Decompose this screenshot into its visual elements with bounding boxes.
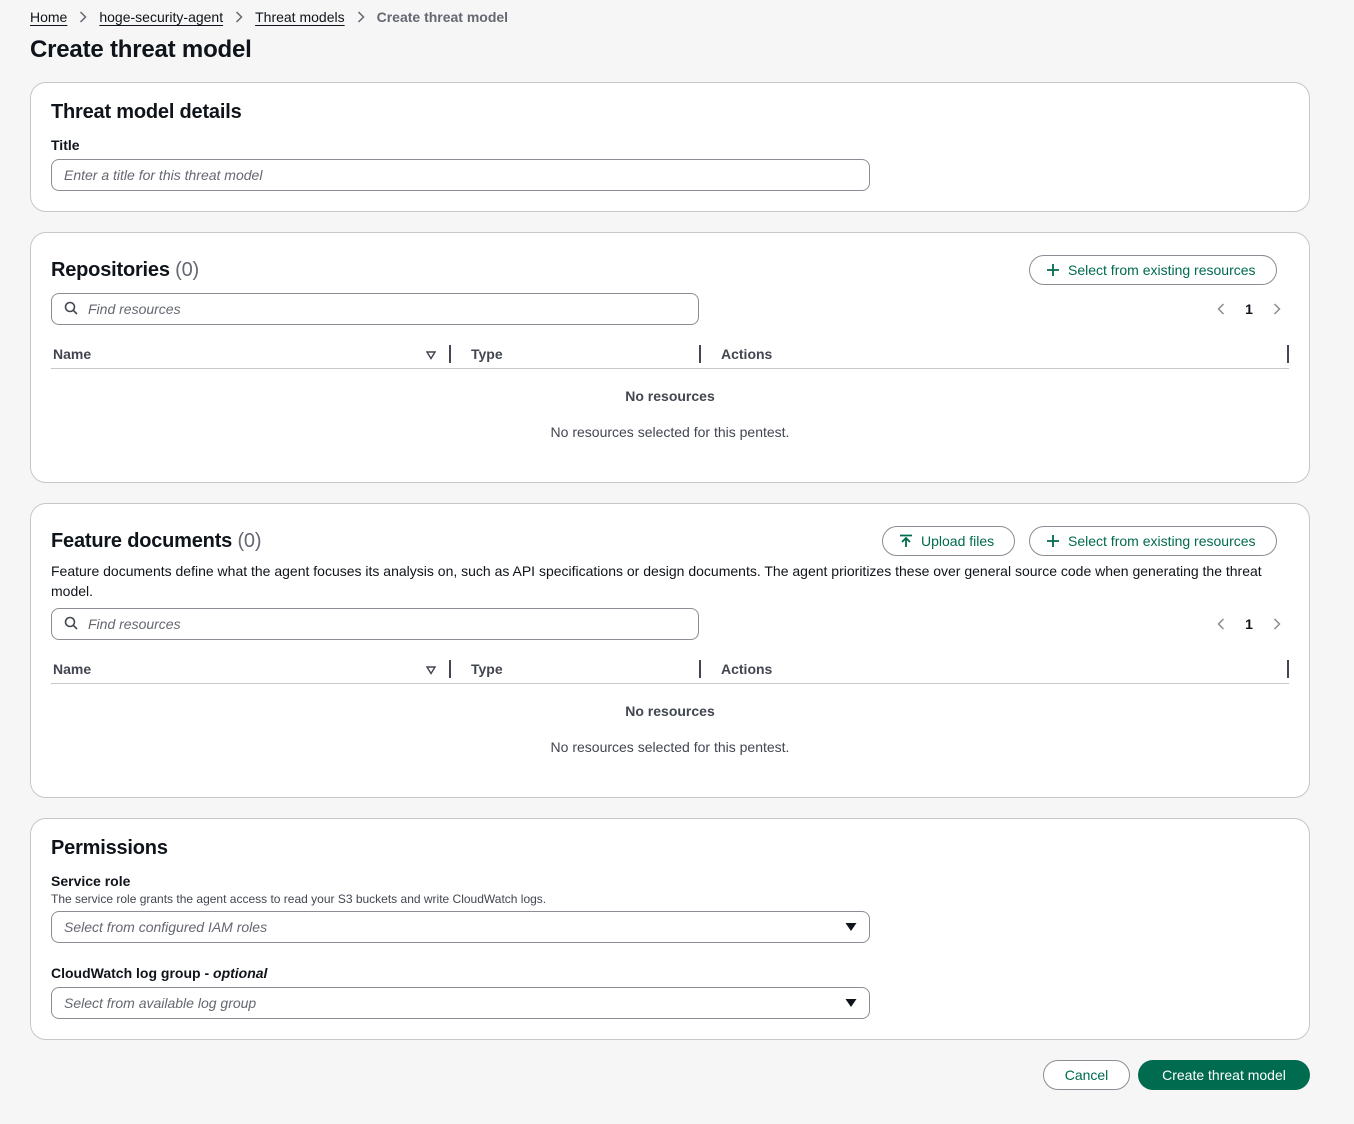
feature-documents-panel: Feature documents (0) Upload files Selec…: [30, 503, 1310, 798]
repositories-table-header: Name Type Actions: [51, 339, 1289, 369]
chevron-left-icon[interactable]: [1209, 618, 1233, 630]
feature-documents-select-existing-button[interactable]: Select from existing resources: [1029, 526, 1277, 556]
breadcrumb-threat-models[interactable]: Threat models: [255, 9, 344, 25]
select-existing-label: Select from existing resources: [1068, 262, 1256, 278]
log-group-placeholder: Select from available log group: [64, 995, 257, 1011]
repositories-count: (0): [175, 259, 199, 281]
breadcrumb: Home hoge-security-agent Threat models C…: [30, 7, 508, 27]
column-name[interactable]: Name: [53, 654, 91, 684]
sort-caret-icon[interactable]: [425, 662, 437, 678]
optional-tag: optional: [213, 965, 268, 981]
column-actions: Actions: [721, 661, 773, 677]
service-role-label: Service role: [51, 873, 131, 889]
column-type: Type: [471, 346, 503, 362]
log-group-label-text: CloudWatch log group -: [51, 965, 214, 981]
search-icon: [64, 616, 78, 633]
column-divider[interactable]: [1287, 660, 1289, 678]
service-role-select[interactable]: Select from configured IAM roles: [51, 911, 870, 943]
column-divider[interactable]: [699, 345, 701, 363]
permissions-heading: Permissions: [51, 837, 168, 859]
column-actions: Actions: [721, 346, 773, 362]
plus-icon: [1046, 263, 1060, 277]
column-divider[interactable]: [449, 345, 451, 363]
sort-caret-icon[interactable]: [425, 347, 437, 363]
feature-documents-count: (0): [237, 530, 262, 552]
column-divider[interactable]: [449, 660, 451, 678]
page-title: Create threat model: [30, 36, 252, 63]
log-group-label: CloudWatch log group - optional: [51, 965, 267, 981]
upload-files-label: Upload files: [921, 533, 995, 549]
feature-documents-table-header: Name Type Actions: [51, 654, 1289, 684]
service-role-placeholder: Select from configured IAM roles: [64, 919, 268, 935]
feature-documents-search-input[interactable]: [88, 616, 668, 632]
log-group-select[interactable]: Select from available log group: [51, 987, 870, 1019]
repositories-panel: Repositories (0) Select from existing re…: [30, 232, 1310, 483]
repositories-search-input[interactable]: [88, 301, 668, 317]
select-existing-label: Select from existing resources: [1068, 533, 1256, 549]
chevron-right-icon: [67, 11, 99, 23]
caret-down-icon: [845, 995, 857, 1011]
feature-documents-search[interactable]: [51, 608, 699, 640]
plus-icon: [1046, 534, 1060, 548]
empty-state-title: No resources: [625, 388, 715, 404]
empty-state-title: No resources: [625, 703, 715, 719]
upload-icon: [899, 534, 913, 548]
repositories-search[interactable]: [51, 293, 699, 325]
service-role-description: The service role grants the agent access…: [51, 892, 547, 906]
title-input[interactable]: [51, 159, 870, 191]
repositories-pagination: 1: [1209, 293, 1289, 325]
column-divider[interactable]: [1287, 345, 1289, 363]
page-number[interactable]: 1: [1233, 616, 1265, 632]
repositories-heading: Repositories (0): [51, 259, 199, 282]
column-type: Type: [471, 661, 503, 677]
breadcrumb-current: Create threat model: [376, 9, 509, 25]
breadcrumb-agent[interactable]: hoge-security-agent: [99, 9, 223, 25]
cancel-button[interactable]: Cancel: [1043, 1060, 1130, 1090]
empty-state-description: No resources selected for this pentest.: [550, 739, 790, 755]
threat-model-details-panel: Threat model details Title: [30, 82, 1310, 212]
feature-documents-heading: Feature documents (0): [51, 530, 261, 553]
chevron-right-icon: [223, 11, 255, 23]
feature-documents-pagination: 1: [1209, 608, 1289, 640]
chevron-right-icon[interactable]: [1265, 303, 1289, 315]
upload-files-button[interactable]: Upload files: [882, 526, 1016, 556]
caret-down-icon: [845, 919, 857, 935]
repositories-select-existing-button[interactable]: Select from existing resources: [1029, 255, 1277, 285]
permissions-panel: Permissions Service role The service rol…: [30, 818, 1310, 1040]
chevron-left-icon[interactable]: [1209, 303, 1233, 315]
create-threat-model-button[interactable]: Create threat model: [1138, 1060, 1310, 1090]
title-label: Title: [51, 137, 80, 153]
feature-documents-description: Feature documents define what the agent …: [51, 563, 1262, 599]
repositories-heading-text: Repositories: [51, 259, 170, 281]
empty-state-description: No resources selected for this pentest.: [550, 424, 790, 440]
page-number[interactable]: 1: [1233, 301, 1265, 317]
column-divider[interactable]: [699, 660, 701, 678]
details-heading: Threat model details: [51, 101, 242, 123]
chevron-right-icon[interactable]: [1265, 618, 1289, 630]
search-icon: [64, 301, 78, 318]
feature-documents-heading-text: Feature documents: [51, 530, 233, 552]
breadcrumb-home[interactable]: Home: [30, 9, 67, 25]
chevron-right-icon: [345, 11, 377, 23]
column-name[interactable]: Name: [53, 339, 91, 369]
